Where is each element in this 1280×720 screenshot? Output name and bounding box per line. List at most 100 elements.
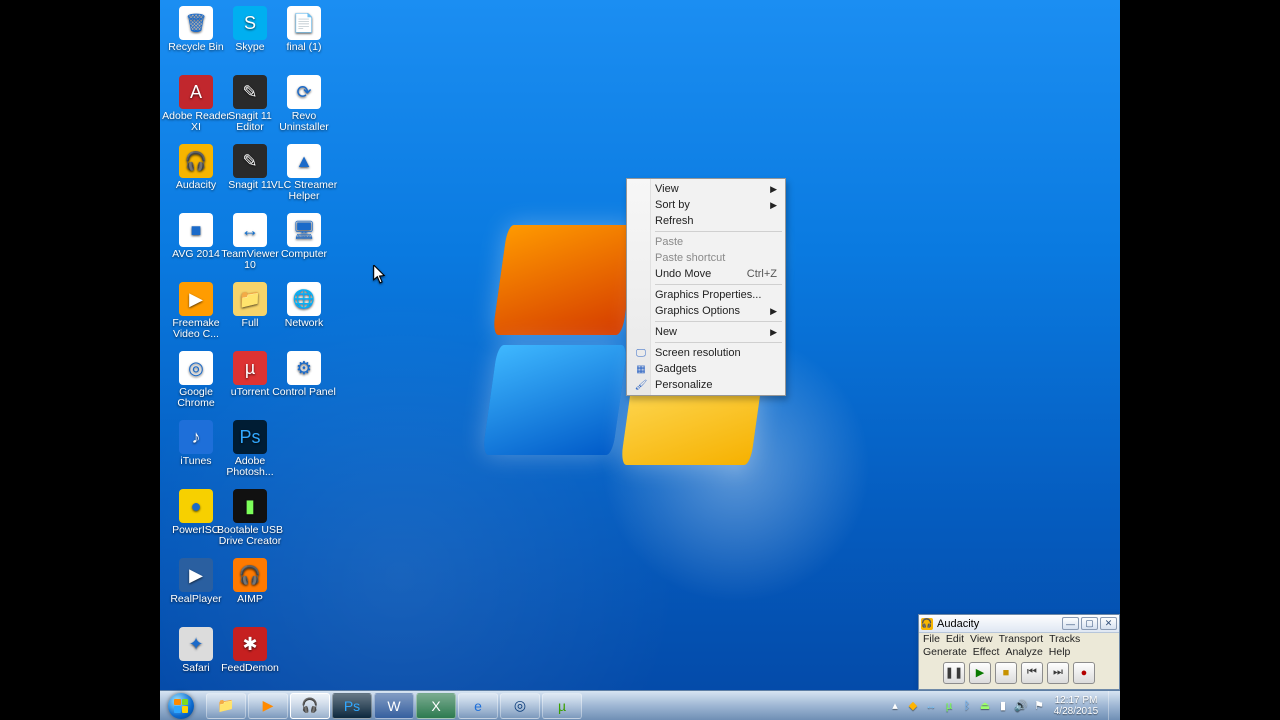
ctx-gfx-options[interactable]: Graphics Options▶ xyxy=(629,303,783,319)
ctx-gfx-properties[interactable]: Graphics Properties... xyxy=(629,287,783,303)
ctx-personalize-icon: 🖌 xyxy=(633,377,649,393)
feeddemon-icon: ✱ xyxy=(233,627,267,661)
utorrent-icon: µ xyxy=(233,351,267,385)
submenu-arrow-icon: ▶ xyxy=(770,200,777,211)
ctx-gadgets[interactable]: ▦Gadgets xyxy=(629,361,783,377)
audacity-menu-edit[interactable]: Edit xyxy=(946,633,964,646)
ctx-label: Graphics Properties... xyxy=(655,289,761,301)
taskbar-word-button[interactable]: W xyxy=(374,693,414,719)
ctx-separator xyxy=(655,342,782,343)
audacity-menu-effect[interactable]: Effect xyxy=(973,646,1000,659)
audacity-icon: 🎧 xyxy=(921,618,933,630)
ctx-label: Sort by xyxy=(655,199,690,211)
tray-utorrent-icon[interactable]: µ xyxy=(941,698,957,714)
show-desktop-button[interactable] xyxy=(1108,691,1118,720)
network-icon: 🌐 xyxy=(287,282,321,316)
ctx-new[interactable]: New ▶ xyxy=(629,324,783,340)
desktop-icon-aimp[interactable]: 🎧AIMP xyxy=(214,558,286,605)
taskbar-chrome-button[interactable]: ◎ xyxy=(500,693,540,719)
maximize-button[interactable]: ▢ xyxy=(1081,617,1098,630)
desktop-icon-network[interactable]: 🌐Network xyxy=(268,282,340,329)
ctx-screen-resolution[interactable]: 🖵Screen resolution xyxy=(629,345,783,361)
audacity-skip-start-button[interactable]: ⏮ xyxy=(1021,662,1043,684)
taskbar-explorer-button[interactable]: 📁 xyxy=(206,693,246,719)
ctx-label: Screen resolution xyxy=(655,347,741,359)
ctx-undo-move[interactable]: Undo Move Ctrl+Z xyxy=(629,266,783,282)
audacity-menu-tracks[interactable]: Tracks xyxy=(1049,633,1080,646)
tray-network-icon[interactable]: ▮ xyxy=(995,698,1011,714)
taskbar-wmp-button[interactable]: ▶ xyxy=(248,693,288,719)
tray-action-center-icon[interactable]: ⚑ xyxy=(1031,698,1047,714)
ctx-personalize[interactable]: 🖌Personalize xyxy=(629,377,783,393)
clock-time: 12:17 PM xyxy=(1050,695,1102,706)
ctx-label: Graphics Options xyxy=(655,305,740,317)
taskbar-excel-button[interactable]: X xyxy=(416,693,456,719)
desktop-icon-bootable-usb[interactable]: ▮Bootable USB Drive Creator xyxy=(214,489,286,547)
tray-volume-icon[interactable]: 🔊 xyxy=(1013,698,1029,714)
ctx-label: Refresh xyxy=(655,215,694,227)
taskbar-photoshop-button[interactable]: Ps xyxy=(332,693,372,719)
revo-uninstaller-icon: ⟳ xyxy=(287,75,321,109)
tray-bluetooth-icon[interactable]: ᛒ xyxy=(959,698,975,714)
ctx-label: Paste shortcut xyxy=(655,252,725,264)
start-button[interactable] xyxy=(160,691,202,720)
audacity-menu-file[interactable]: File xyxy=(923,633,940,646)
tray-avg-icon[interactable]: ◆ xyxy=(905,698,921,714)
itunes-icon: ♪ xyxy=(179,420,213,454)
adobe-reader-icon: A xyxy=(179,75,213,109)
submenu-arrow-icon: ▶ xyxy=(770,327,777,338)
desktop-icon-revo-uninstaller[interactable]: ⟳Revo Uninstaller xyxy=(268,75,340,133)
audacity-menu-generate[interactable]: Generate xyxy=(923,646,967,659)
desktop-icon-vlc-streamer[interactable]: ▲VLC Streamer Helper xyxy=(268,144,340,202)
audacity-record-button[interactable]: ● xyxy=(1073,662,1095,684)
ctx-refresh[interactable]: Refresh xyxy=(629,213,783,229)
ctx-label: Paste xyxy=(655,236,683,248)
audacity-menu-transport[interactable]: Transport xyxy=(999,633,1044,646)
taskbar-utorrent-button[interactable]: µ xyxy=(542,693,582,719)
poweriso-icon: ● xyxy=(179,489,213,523)
audacity-play-button[interactable]: ▶ xyxy=(969,662,991,684)
ctx-separator xyxy=(655,284,782,285)
audacity-skip-end-button[interactable]: ⏭ xyxy=(1047,662,1069,684)
ctx-label: Undo Move xyxy=(655,268,711,280)
desktop-icon-label: AIMP xyxy=(214,594,286,605)
tray-teamviewer-icon[interactable]: ↔ xyxy=(923,698,939,714)
taskbar-pinned: 📁▶🎧PsWXe◎µ xyxy=(202,691,586,720)
ctx-label: New xyxy=(655,326,677,338)
desktop-icon-label: Bootable USB Drive Creator xyxy=(214,525,286,547)
audacity-pause-button[interactable]: ❚❚ xyxy=(943,662,965,684)
desktop-icon-control-panel[interactable]: ⚙Control Panel xyxy=(268,351,340,398)
desktop-icon-photoshop[interactable]: PsAdobe Photosh... xyxy=(214,420,286,478)
ctx-sort-by[interactable]: Sort by ▶ xyxy=(629,197,783,213)
audacity-stop-button[interactable]: ■ xyxy=(995,662,1017,684)
close-button[interactable]: ✕ xyxy=(1100,617,1117,630)
teamviewer-icon: ↔ xyxy=(233,213,267,247)
tray-show-hidden-icon[interactable]: ▴ xyxy=(887,698,903,714)
desktop-icon-label: FeedDemon xyxy=(214,663,286,674)
desktop-icon-computer[interactable]: 🖥Computer xyxy=(268,213,340,260)
taskbar-clock[interactable]: 12:17 PM 4/28/2015 xyxy=(1048,695,1104,717)
ctx-shortcut: Ctrl+Z xyxy=(747,268,777,280)
audacity-menu-help[interactable]: Help xyxy=(1049,646,1071,659)
tray-safely-remove-icon[interactable]: ⏏ xyxy=(977,698,993,714)
audacity-menu-view[interactable]: View xyxy=(970,633,993,646)
avg-icon: ■ xyxy=(179,213,213,247)
audacity-icon: 🎧 xyxy=(179,144,213,178)
freemake-icon: ▶ xyxy=(179,282,213,316)
audacity-window[interactable]: 🎧 Audacity — ▢ ✕ File Edit View Transport Tr… xyxy=(918,614,1120,690)
ctx-label: View xyxy=(655,183,679,195)
full-folder-icon: 📁 xyxy=(233,282,267,316)
desktop-icon-final-1[interactable]: 📄final (1) xyxy=(268,6,340,53)
taskbar-ie-button[interactable]: e xyxy=(458,693,498,719)
audacity-titlebar[interactable]: 🎧 Audacity — ▢ ✕ xyxy=(919,615,1119,633)
minimize-button[interactable]: — xyxy=(1062,617,1079,630)
desktop-icon-feeddemon[interactable]: ✱ FeedDemon xyxy=(214,627,286,674)
taskbar-audacity-button[interactable]: 🎧 xyxy=(290,693,330,719)
final-1-icon: 📄 xyxy=(287,6,321,40)
audacity-menubar: File Edit View Transport Tracks Generate Effec… xyxy=(919,633,1119,659)
photoshop-icon: Ps xyxy=(233,420,267,454)
ctx-view[interactable]: View▶ xyxy=(629,181,783,197)
audacity-menu-analyze[interactable]: Analyze xyxy=(1005,646,1042,659)
audacity-transport: ❚❚▶■⏮⏭● xyxy=(919,659,1119,689)
audacity-title: Audacity xyxy=(937,618,1060,630)
